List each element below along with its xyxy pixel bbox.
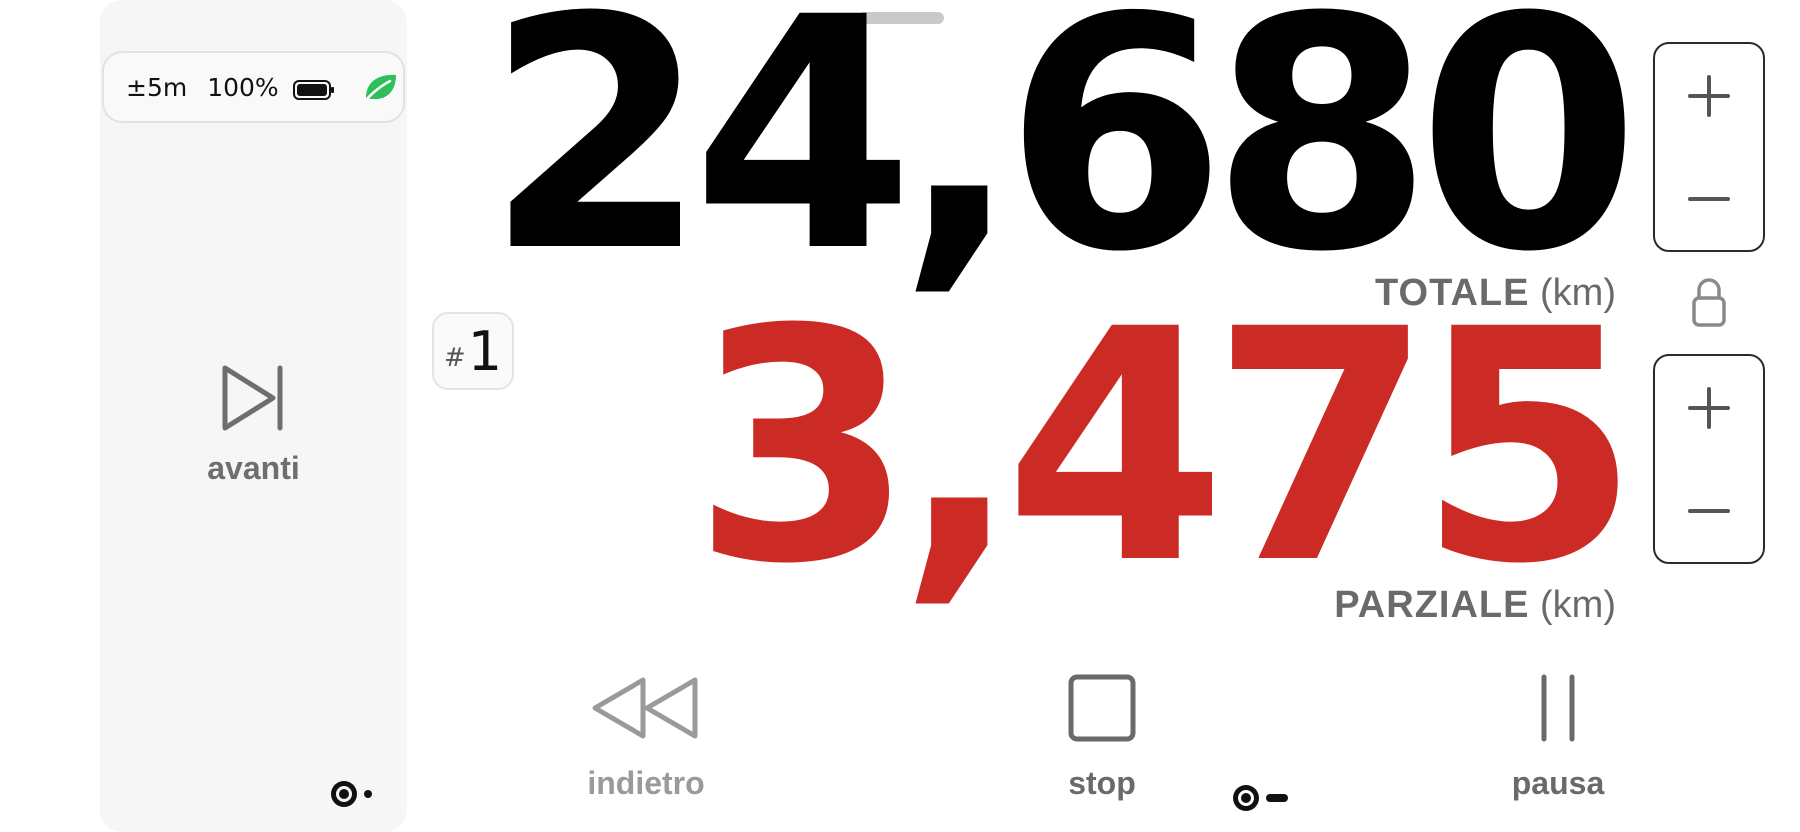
partial-label: PARZIALE: [1334, 584, 1530, 626]
minus-icon: [1688, 196, 1730, 201]
partial-decrement-button[interactable]: [1655, 459, 1763, 562]
plus-icon: [1688, 386, 1730, 429]
status-bar: ±5m 100%: [102, 51, 405, 123]
total-distance-value: 24,680: [485, 0, 1640, 322]
total-decrement-button[interactable]: [1655, 147, 1763, 250]
rewind-icon: [591, 672, 701, 743]
plus-icon: [1688, 74, 1730, 117]
odometer-screen: ±5m 100% avanti # 1 24,680 TOTALE (km) 3…: [0, 0, 1800, 832]
trip-number-badge[interactable]: # 1: [432, 312, 514, 390]
pause-label: pausa: [1511, 765, 1605, 801]
partial-distance-value: 3,475: [691, 262, 1640, 634]
partial-caption: PARZIALE (km): [1334, 584, 1616, 627]
partial-unit: (km): [1540, 584, 1616, 626]
trip-number: 1: [467, 319, 503, 383]
pause-button[interactable]: pausa: [1468, 672, 1648, 802]
stop-icon: [1067, 672, 1137, 743]
leaf-icon: [363, 71, 399, 103]
gps-indicator-icon: [328, 778, 378, 810]
forward-label: avanti: [207, 450, 300, 486]
total-adjust-group: [1653, 42, 1765, 252]
trip-hash: #: [443, 343, 466, 373]
battery-percent: 100%: [207, 72, 279, 102]
back-button[interactable]: indietro: [556, 672, 736, 802]
battery-full-icon: [292, 77, 335, 100]
stop-label: stop: [1068, 765, 1136, 801]
stop-button[interactable]: stop: [1012, 672, 1192, 802]
back-label: indietro: [587, 765, 705, 801]
lock-icon[interactable]: [1691, 276, 1727, 328]
left-panel: ±5m 100% avanti: [100, 0, 407, 832]
minus-icon: [1688, 508, 1730, 513]
partial-increment-button[interactable]: [1655, 356, 1763, 459]
gps-accuracy: ±5m: [126, 72, 188, 102]
gps-status-icon: [1230, 782, 1294, 814]
forward-button[interactable]: avanti: [100, 360, 407, 510]
skip-forward-icon: [219, 360, 289, 436]
total-increment-button[interactable]: [1655, 44, 1763, 147]
partial-adjust-group: [1653, 354, 1765, 564]
pause-icon: [1538, 672, 1578, 743]
